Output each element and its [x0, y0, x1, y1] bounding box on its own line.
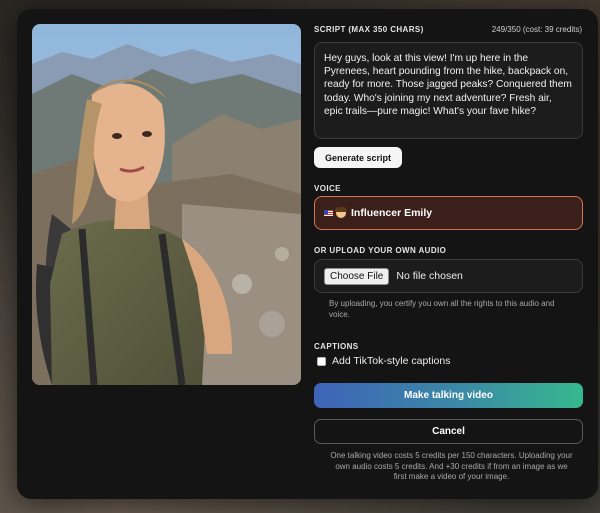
voice-select[interactable]: Influencer Emily [314, 196, 583, 230]
voice-selected-value: Influencer Emily [351, 207, 433, 219]
file-status: No file chosen [396, 270, 463, 282]
captions-option-label: Add TikTok-style captions [332, 355, 451, 367]
upload-disclaimer: By uploading, you certify you own all th… [329, 299, 555, 319]
voice-label: VOICE [314, 184, 341, 193]
captions-option[interactable]: Add TikTok-style captions [317, 355, 450, 367]
script-label: SCRIPT (MAX 350 CHARS) [314, 25, 424, 34]
captions-label: CAPTIONS [314, 342, 359, 351]
cancel-button[interactable]: Cancel [314, 419, 583, 444]
woman-face-icon [335, 207, 347, 218]
captions-checkbox[interactable] [317, 356, 326, 366]
hiker-selfie-image [32, 24, 301, 385]
cost-note: One talking video costs 5 credits per 15… [330, 451, 573, 481]
talking-video-dialog: SCRIPT (MAX 350 CHARS) 249/350 (cost: 39… [17, 9, 598, 499]
us-flag-icon [324, 210, 333, 216]
generate-script-button[interactable]: Generate script [314, 147, 402, 168]
source-photo [32, 24, 301, 385]
character-counter: 249/350 (cost: 39 credits) [491, 25, 582, 34]
choose-file-button[interactable]: Choose File [324, 267, 390, 285]
audio-file-input[interactable]: Choose File No file chosen [314, 259, 583, 293]
script-textarea[interactable]: Hey guys, look at this view! I'm up here… [314, 42, 583, 139]
upload-audio-label: OR UPLOAD YOUR OWN AUDIO [314, 246, 447, 255]
make-talking-video-button[interactable]: Make talking video [314, 383, 583, 408]
